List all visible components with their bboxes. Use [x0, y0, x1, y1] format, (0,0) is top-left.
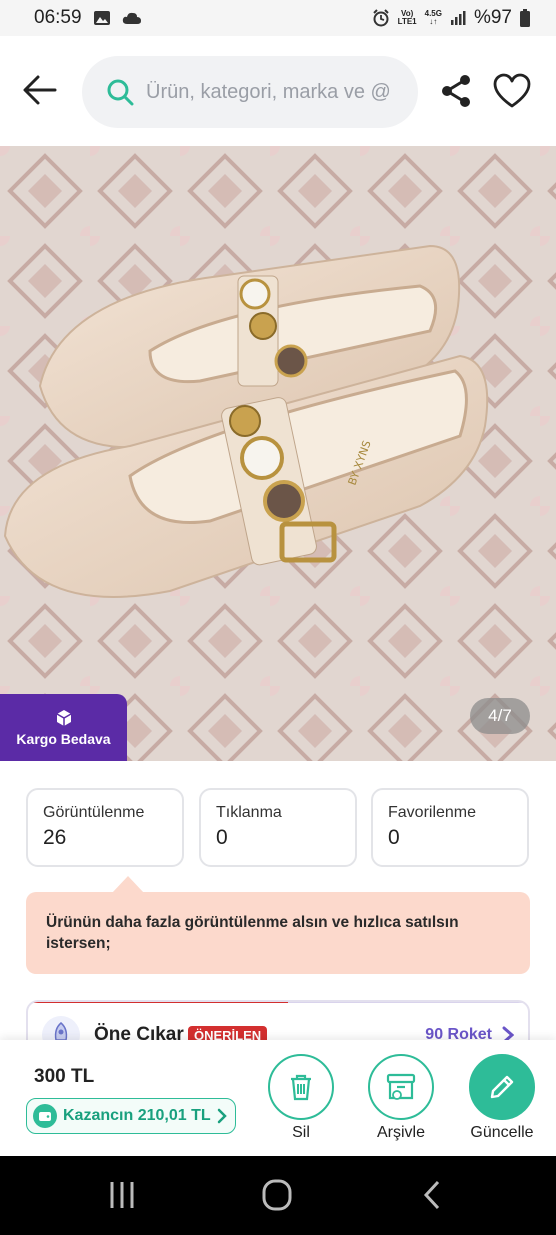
product-photo: BY XYNS [0, 146, 556, 761]
stat-value: 0 [216, 826, 228, 849]
recent-apps-icon[interactable] [102, 1178, 142, 1212]
bottom-action-bar: 300 TL Kazancın 210,01 TL Sil Arşivle Gü… [0, 1040, 556, 1156]
volte-indicator: Vo) LTE1 [397, 9, 417, 26]
product-image-gallery[interactable]: BY XYNS Kargo Bedava 4/7 [0, 146, 556, 761]
stat-card-clicks: Tıklanma 0 [199, 788, 357, 867]
header: Ürün, kategori, marka ve @ [0, 36, 556, 146]
delete-button[interactable] [268, 1054, 334, 1120]
alarm-icon [372, 9, 389, 27]
share-icon [442, 75, 470, 107]
delete-label: Sil [292, 1124, 310, 1141]
promo-message: Ürünün daha fazla görüntülenme alsın ve … [26, 892, 530, 974]
network-type: 4.5G ↓↑ [424, 9, 442, 26]
image-notification-icon [93, 11, 110, 25]
chevron-right-icon [217, 1108, 227, 1124]
battery-level: %97 [473, 7, 512, 28]
search-icon [107, 79, 134, 106]
stat-label: Görüntülenme [43, 804, 145, 821]
package-icon [56, 709, 71, 726]
heart-icon [493, 73, 531, 108]
promo-pointer [112, 876, 144, 893]
cloud-icon [122, 12, 141, 24]
image-counter: 4/7 [470, 698, 530, 734]
free-shipping-badge: Kargo Bedava [0, 694, 127, 761]
search-bar[interactable]: Ürün, kategori, marka ve @ [82, 56, 418, 128]
stat-card-favorites: Favorilenme 0 [371, 788, 529, 867]
back-button[interactable] [22, 74, 58, 106]
status-time: 06:59 [34, 7, 82, 28]
stat-label: Favorilenme [388, 804, 477, 821]
wallet-icon [33, 1104, 57, 1128]
earnings-button[interactable]: Kazancın 210,01 TL [26, 1098, 236, 1134]
search-input[interactable]: Ürün, kategori, marka ve @ [146, 81, 396, 104]
update-button[interactable] [469, 1054, 535, 1120]
signal-icon [450, 11, 466, 25]
back-nav-icon[interactable] [412, 1178, 452, 1212]
trash-icon [291, 1074, 311, 1101]
earnings-label: Kazancın 210,01 TL [63, 1107, 211, 1124]
boost-progress-bar [28, 1002, 288, 1003]
archive-button[interactable] [368, 1054, 434, 1120]
product-price: 300 TL [34, 1066, 95, 1087]
edit-pencil-icon [490, 1075, 514, 1099]
battery-icon [520, 9, 530, 27]
stat-label: Tıklanma [216, 804, 282, 821]
home-icon[interactable] [257, 1178, 297, 1212]
share-button[interactable] [440, 74, 472, 108]
favorite-button[interactable] [493, 73, 531, 109]
archive-label: Arşivle [376, 1124, 425, 1141]
stat-value: 0 [388, 826, 400, 849]
archive-icon [386, 1073, 416, 1100]
system-nav-bar [0, 1156, 556, 1235]
stat-value: 26 [43, 826, 67, 849]
free-shipping-label: Kargo Bedava [16, 730, 111, 747]
status-bar: 06:59 Vo) LTE1 4.5G ↓↑ %97 [0, 0, 556, 36]
update-label: Güncelle [470, 1124, 534, 1141]
stat-card-views: Görüntülenme 26 [26, 788, 184, 867]
back-arrow-icon [23, 75, 57, 105]
